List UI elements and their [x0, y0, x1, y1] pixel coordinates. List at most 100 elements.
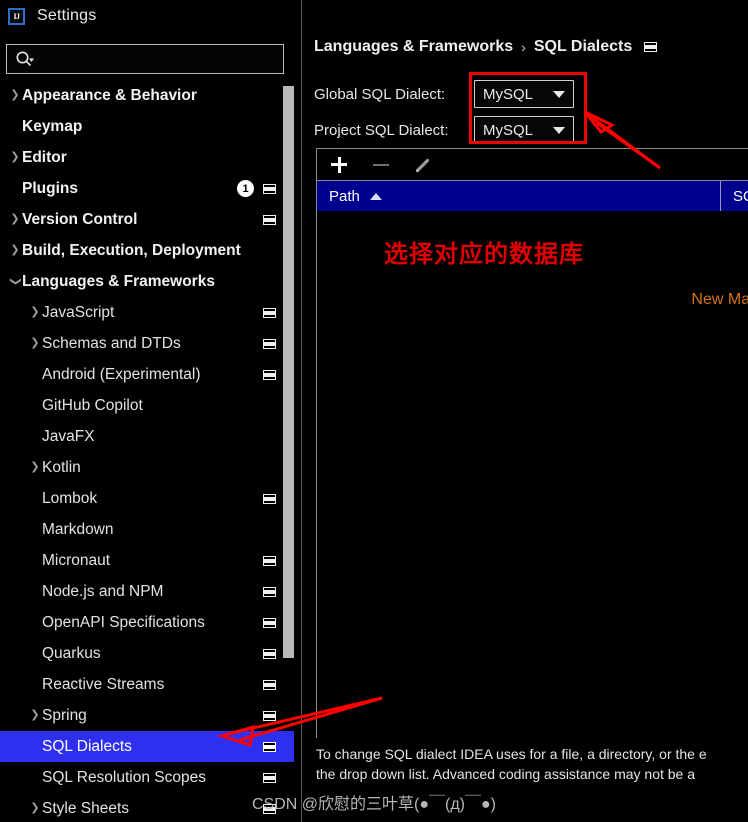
add-icon [331, 156, 347, 173]
sidebar-item-reactive-streams[interactable]: Reactive Streams [0, 669, 294, 700]
sidebar-item-kotlin[interactable]: ❯ Kotlin [0, 452, 294, 483]
sidebar-item-label: JavaFX [42, 427, 95, 445]
edit-row-button[interactable] [413, 155, 433, 175]
modified-marker-icon [263, 710, 276, 721]
chevron-right-icon: ❯ [30, 709, 40, 721]
sidebar-item-javafx[interactable]: JavaFX [0, 421, 294, 452]
sidebar-item-keymap[interactable]: Keymap [0, 111, 294, 142]
settings-category-tree[interactable]: ❯ Appearance & Behavior Keymap ❯ Editor Plugi… [0, 80, 294, 822]
column-header-path-label: Path [329, 187, 360, 205]
modified-marker-icon [263, 741, 276, 752]
sidebar-scrollbar[interactable] [283, 86, 294, 658]
chevron-down-icon [553, 126, 565, 134]
add-row-button[interactable] [329, 155, 349, 175]
sidebar-item-label: Reactive Streams [42, 675, 165, 693]
sidebar-item-lombok[interactable]: Lombok [0, 483, 294, 514]
column-header-sql-dialect[interactable]: SQ [721, 181, 748, 211]
window-title: Settings [37, 7, 97, 24]
modified-marker-icon [263, 214, 276, 225]
remove-icon [373, 157, 389, 173]
project-sql-dialect-value: MySQL [483, 121, 534, 139]
modified-marker-icon [263, 617, 276, 628]
breadcrumb: Languages & Frameworks › SQL Dialects [314, 38, 658, 56]
page-title: SQL Dialects [533, 38, 633, 55]
footer-help-line-2: the drop down list. Advanced coding assi… [316, 766, 696, 782]
sidebar-item-version-control[interactable]: ❯ Version Control [0, 204, 294, 235]
breadcrumb-separator: › [521, 39, 526, 55]
modified-marker-icon [263, 586, 276, 597]
modified-marker-icon [263, 679, 276, 690]
chevron-right-icon: ❯ [10, 244, 20, 256]
sidebar-item-label: Quarkus [42, 644, 101, 662]
chevron-right-icon: ❯ [30, 337, 40, 349]
sidebar-item-label: Languages & Frameworks [22, 272, 215, 290]
global-sql-dialect-value: MySQL [483, 85, 534, 103]
modified-marker-icon [263, 648, 276, 659]
sidebar-item-label: Micronaut [42, 551, 111, 569]
global-sql-dialect-label: Global SQL Dialect: [314, 85, 446, 103]
sidebar-item-label: Kotlin [42, 458, 81, 476]
sidebar-item-micronaut[interactable]: Micronaut [0, 545, 294, 576]
sidebar-item-label: Editor [22, 148, 67, 166]
sidebar-item-github-copilot[interactable]: GitHub Copilot [0, 390, 294, 421]
project-sql-dialect-label: Project SQL Dialect: [314, 121, 449, 139]
sidebar-item-label: SQL Resolution Scopes [42, 768, 206, 786]
chevron-right-icon: ❯ [10, 151, 20, 163]
watermark: CSDN @欣慰的三叶草(●￣(д)￣●) [251, 796, 496, 813]
sidebar-item-label: Keymap [22, 117, 83, 135]
sidebar-item-label: Schemas and DTDs [42, 334, 181, 352]
sidebar-item-label: OpenAPI Specifications [42, 613, 205, 631]
chevron-right-icon: ❯ [10, 213, 20, 225]
sidebar-item-label: Plugins [22, 179, 78, 197]
sidebar-item-label: Node.js and NPM [42, 582, 164, 600]
sidebar-item-plugins[interactable]: Plugins 1 [0, 173, 294, 204]
table-toolbar [317, 149, 748, 181]
sidebar-item-sql-resolution-scopes[interactable]: SQL Resolution Scopes [0, 762, 294, 793]
sidebar-item-javascript[interactable]: ❯ JavaScript [0, 297, 294, 328]
chevron-right-icon: ❯ [30, 461, 40, 473]
sidebar-item-sql-dialects[interactable]: SQL Dialects [0, 731, 294, 762]
modified-marker-icon [644, 42, 658, 52]
column-header-path[interactable]: Path [317, 181, 721, 211]
per-path-dialect-table: Path SQ New Map [316, 148, 748, 738]
sidebar-item-build-execution-deployment[interactable]: ❯ Build, Execution, Deployment [0, 235, 294, 266]
sidebar-item-appearance-behavior[interactable]: ❯ Appearance & Behavior [0, 80, 294, 111]
modified-marker-icon [263, 183, 276, 194]
modified-marker-icon [263, 338, 276, 349]
sidebar-item-label: Markdown [42, 520, 114, 538]
sidebar-item-node-js-and-npm[interactable]: Node.js and NPM [0, 576, 294, 607]
sidebar-item-markdown[interactable]: Markdown [0, 514, 294, 545]
intellij-idea-icon: IJ [8, 7, 25, 25]
remove-row-button[interactable] [371, 155, 391, 175]
sidebar-item-languages-frameworks[interactable]: ❯ Languages & Frameworks [0, 266, 294, 297]
sidebar-item-editor[interactable]: ❯ Editor [0, 142, 294, 173]
footer-help-text: To change SQL dialect IDEA uses for a fi… [316, 744, 748, 784]
global-sql-dialect-select[interactable]: MySQL [474, 80, 574, 108]
sidebar-item-quarkus[interactable]: Quarkus [0, 638, 294, 669]
project-sql-dialect-select[interactable]: MySQL [474, 116, 574, 144]
sidebar-item-label: Android (Experimental) [42, 365, 201, 383]
sidebar-item-label: Version Control [22, 210, 138, 228]
table-header: Path SQ [317, 181, 748, 211]
sidebar-item-label: Appearance & Behavior [22, 86, 197, 104]
chevron-right-icon: ❯ [10, 89, 20, 101]
sidebar-item-android-experimental[interactable]: Android (Experimental) [0, 359, 294, 390]
sidebar-item-openapi-specifications[interactable]: OpenAPI Specifications [0, 607, 294, 638]
search-icon [16, 51, 34, 66]
sidebar-item-spring[interactable]: ❯ Spring [0, 700, 294, 731]
content-pane: Languages & Frameworks › SQL Dialects Gl… [302, 0, 748, 822]
table-body[interactable]: New Map [317, 211, 748, 738]
sidebar-item-label: Build, Execution, Deployment [22, 241, 241, 259]
global-sql-dialect-row: Global SQL Dialect: MySQL [314, 80, 574, 108]
sidebar-item-label: GitHub Copilot [42, 396, 143, 414]
search-input[interactable] [6, 44, 284, 74]
chevron-right-icon: ❯ [30, 306, 40, 318]
sidebar-item-schemas-and-dtds[interactable]: ❯ Schemas and DTDs [0, 328, 294, 359]
settings-dialog: IJ Settings ❯ Appearance & Behavior Keymap… [0, 0, 748, 822]
new-map-label: New Map [691, 291, 748, 308]
edit-pencil-icon [415, 158, 430, 172]
sidebar-item-label: Lombok [42, 489, 98, 507]
breadcrumb-parent[interactable]: Languages & Frameworks [314, 38, 513, 56]
project-sql-dialect-row: Project SQL Dialect: MySQL [314, 116, 574, 144]
chevron-down-icon [553, 90, 565, 98]
